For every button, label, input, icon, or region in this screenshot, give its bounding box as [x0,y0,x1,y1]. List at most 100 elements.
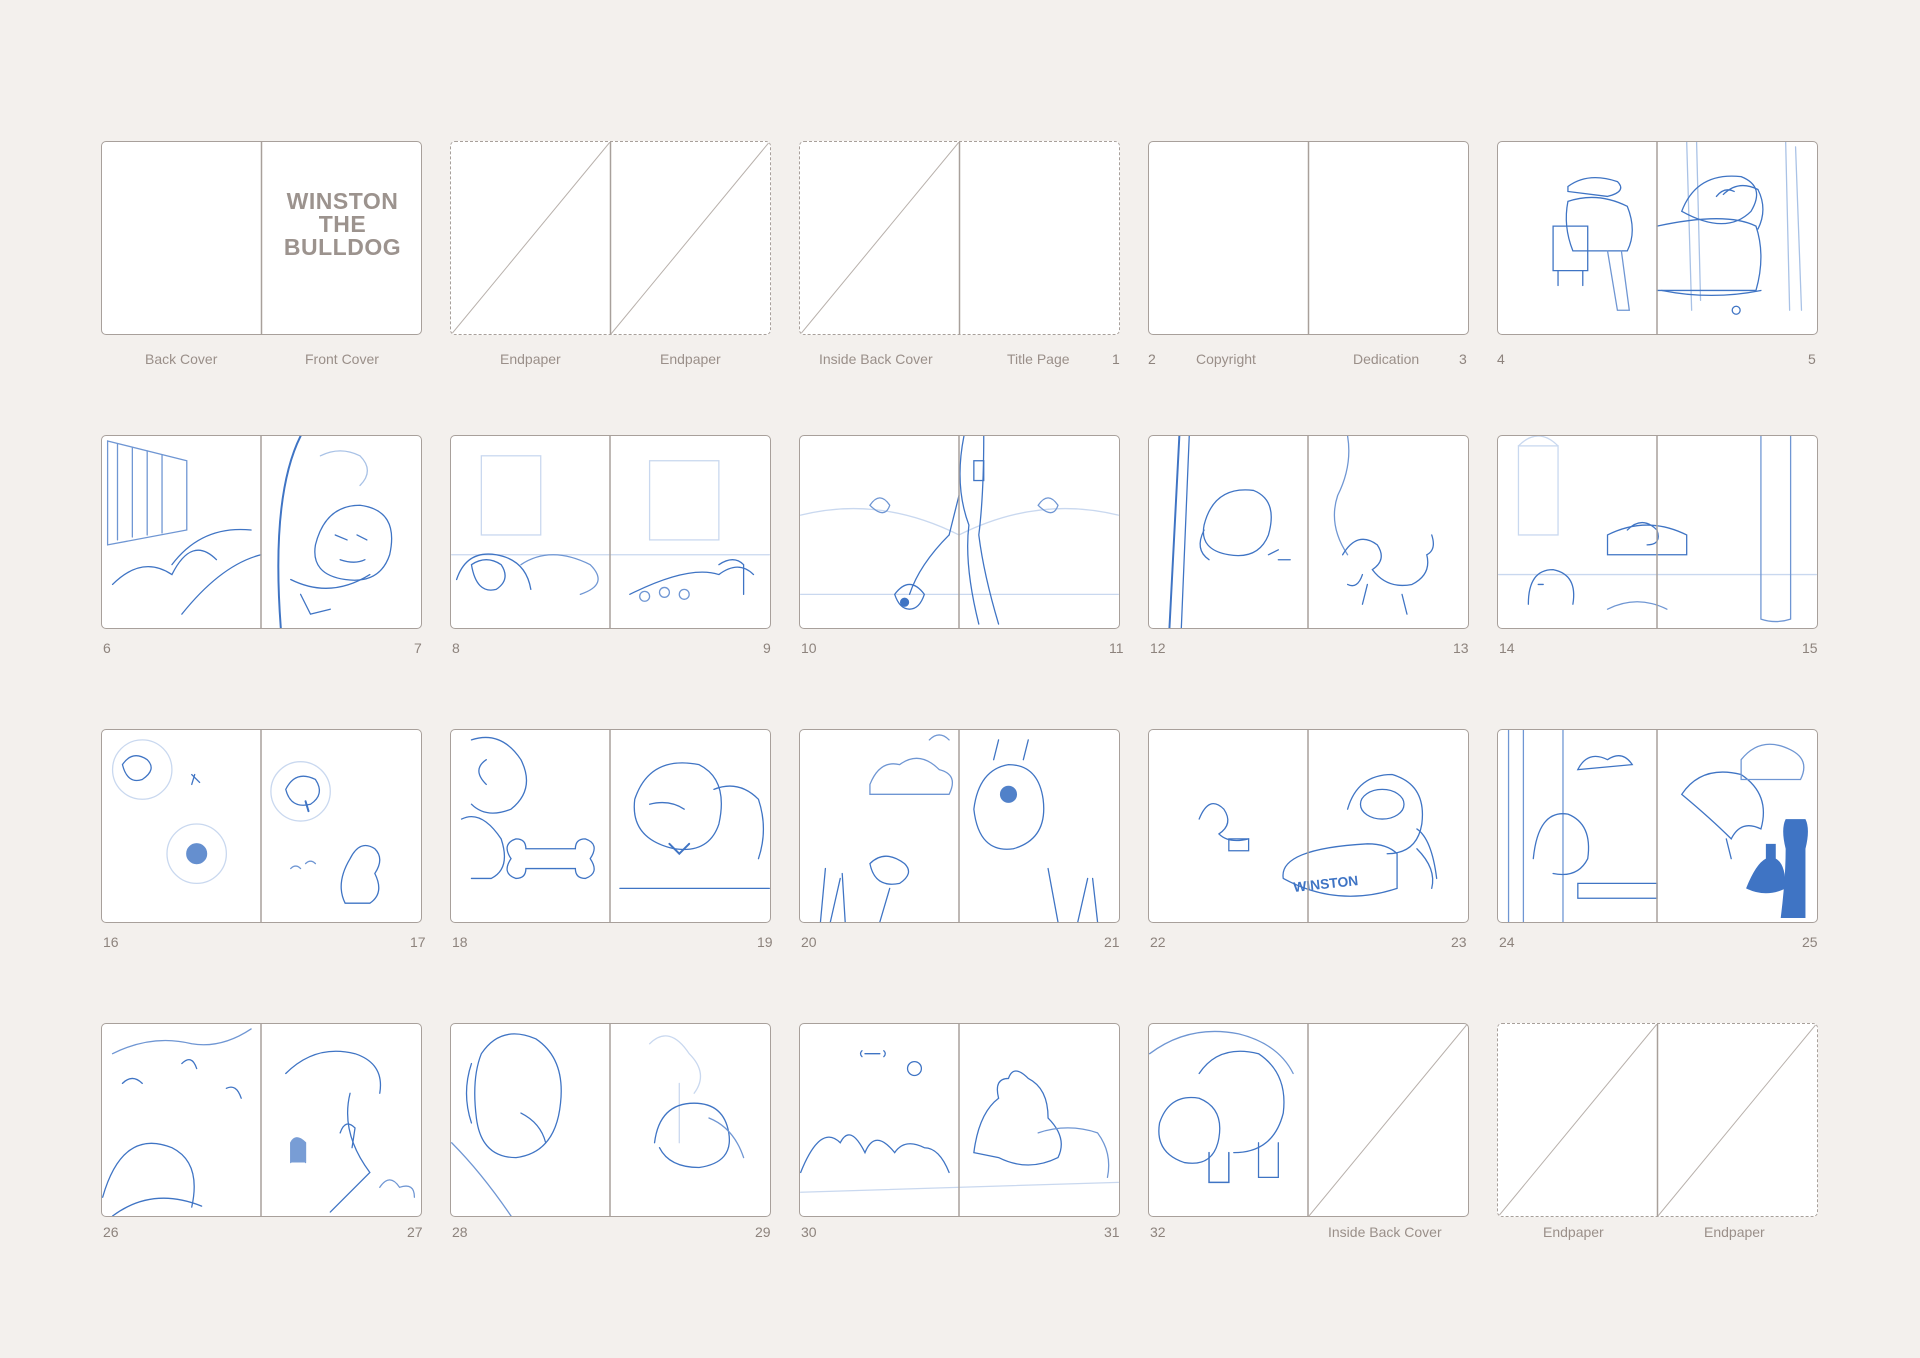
spread-frame: WINSTON THE BULLDOG [101,141,422,335]
sketch-sleeping-dog [451,436,770,628]
sketch-dogs-sleeping-together [1149,1024,1468,1216]
spread-24-25: 24 25 [1497,729,1818,950]
spread-18-19: 18 19 [450,729,773,950]
page-number: 28 [452,1224,468,1240]
page-number: 6 [103,640,111,656]
spread-16-17: 16 17 [101,729,426,950]
page-number: 7 [414,640,422,656]
sketch-armchair-scene [1552,142,1803,334]
sketch-play-toys [800,1024,1119,1216]
spread-covers: WINSTON THE BULLDOG Back Cover Front Cov… [101,141,422,367]
sketch-walk-on-leash [800,436,1119,628]
spread-frame [101,435,422,629]
spread-22-23: WINSTON 22 23 [1148,729,1469,950]
cover-title-line: THE [318,211,367,237]
spread-frame [1497,435,1818,629]
page-number: 4 [1497,351,1505,367]
spread-endpapers-front: Endpaper Endpaper [450,141,771,367]
page-number: 13 [1453,640,1469,656]
page-label: Dedication [1353,351,1420,367]
page-number: 20 [801,934,817,950]
spread-endpapers-back: Endpaper Endpaper [1497,1023,1818,1240]
spread-frame [450,435,771,629]
page-label: Back Cover [145,351,218,367]
spread-4-5: 4 5 [1497,141,1818,367]
page-label: Inside Back Cover [819,351,933,367]
spread-frame [101,729,422,923]
spread-10-11: 10 11 [799,435,1124,656]
spread-14-15: 14 15 [1497,435,1818,656]
spread-frame [799,141,1120,335]
spread-frame [1497,729,1818,923]
spread-frame [450,141,771,335]
sketch-puppy-vignettes [111,730,381,922]
page-number: 5 [1808,351,1816,367]
spread-6-7: 6 7 [101,435,422,656]
spread-8-9: 8 9 [450,435,771,656]
spread-12-13: 12 13 [1148,435,1469,656]
page-label: Endpaper [1543,1224,1604,1240]
page-number: 22 [1150,934,1166,950]
blank-page-marks [800,142,961,334]
page-number: 26 [103,1224,119,1240]
page-number: 17 [410,934,426,950]
sketch-two-dogs [451,1024,745,1216]
spread-frame [450,729,771,923]
sketch-garden-gate [106,436,393,628]
spread-30-31: 30 31 [799,1023,1120,1240]
spread-frame [1148,141,1469,335]
page-number: 21 [1104,934,1120,950]
page-label: Copyright [1196,351,1256,367]
page-label: Front Cover [305,351,379,367]
bowl-label: WINSTON [1293,872,1359,895]
page-number: 31 [1104,1224,1120,1240]
spread-title-page: Inside Back Cover Title Page 1 [799,141,1120,367]
spread-frame [1497,141,1818,335]
sketch-food-bowl: WINSTON [1198,730,1438,922]
page-label: Endpaper [1704,1224,1765,1240]
spread-frame: WINSTON [1148,729,1469,923]
page-number: 16 [103,934,119,950]
page-number: 19 [757,934,773,950]
page-number: 10 [801,640,817,656]
page-number: 9 [763,640,771,656]
page-number: 8 [452,640,460,656]
spread-frame [1148,435,1469,629]
cover-title-line: WINSTON [286,188,399,214]
page-number: 1 [1112,351,1120,367]
sketch-living-room [1498,436,1817,628]
spread-20-21: 20 21 [799,729,1120,950]
spread-frame [1148,1023,1469,1217]
cover-title: WINSTON THE BULLDOG [262,188,421,260]
spread-frame [799,729,1120,923]
page-number: 29 [755,1224,771,1240]
page-label: Inside Back Cover [1328,1224,1442,1240]
page-label: Endpaper [500,351,561,367]
page-number: 32 [1150,1224,1166,1240]
sketch-field-jump [819,730,1099,922]
page-label: Title Page [1007,351,1070,367]
sketch-dog-at-door [1168,436,1434,628]
page-number: 15 [1802,640,1818,656]
page-number: 12 [1150,640,1166,656]
page-number: 2 [1148,351,1156,367]
spread-copyright: 2 Copyright Dedication 3 [1148,141,1469,367]
page-number: 14 [1499,640,1515,656]
blank-page-marks [451,142,770,334]
page-number: 11 [1109,640,1124,656]
page-number: 18 [452,934,468,950]
page-number: 3 [1459,351,1467,367]
cover-title-line: BULLDOG [283,234,402,260]
sketch-falling-leaves [102,1024,416,1216]
spread-32: 32 Inside Back Cover [1148,1023,1469,1240]
spread-frame [450,1023,771,1217]
spread-frame [1497,1023,1818,1217]
page-number: 30 [801,1224,817,1240]
spread-frame [799,1023,1120,1217]
page-number: 25 [1802,934,1818,950]
spread-divider [1307,142,1310,334]
sketch-dog-with-bone [460,730,770,922]
blank-page-marks [1498,1024,1817,1216]
spread-26-27: 26 27 [101,1023,423,1240]
page-label: Endpaper [660,351,721,367]
